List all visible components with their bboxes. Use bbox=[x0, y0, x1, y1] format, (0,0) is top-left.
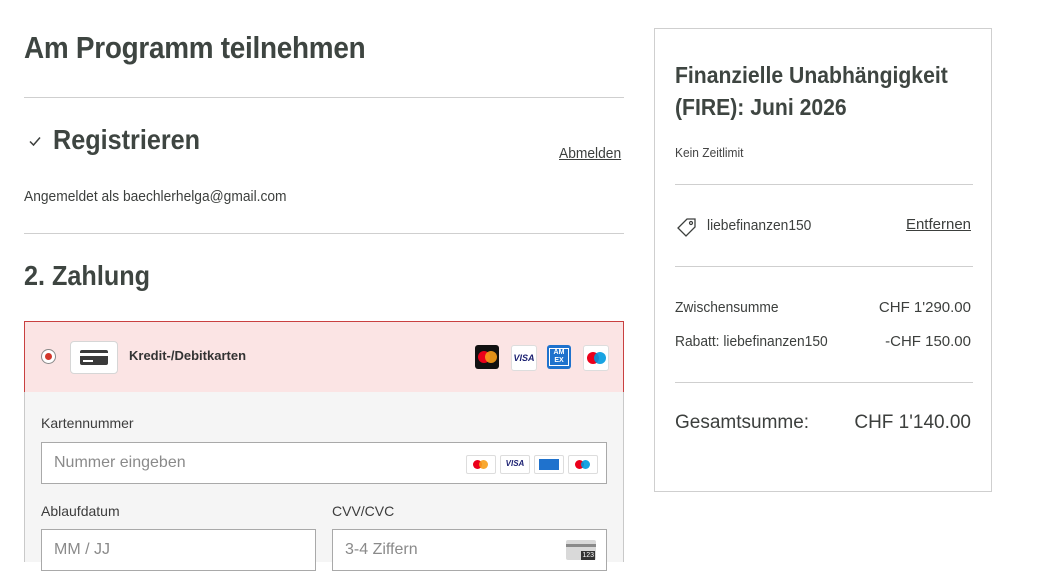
total-label: Gesamtsumme: bbox=[675, 412, 810, 433]
cvv-card-icon: 123 bbox=[566, 540, 596, 560]
remove-coupon-link[interactable]: Entfernen bbox=[906, 216, 971, 233]
card-form: Kartennummer Nummer eingeben VISA Ablauf… bbox=[24, 392, 624, 571]
divider bbox=[24, 233, 624, 234]
subtotal-label: Zwischensumme bbox=[675, 299, 779, 316]
visa-icon: VISA bbox=[511, 345, 537, 371]
logged-in-text: Angemeldet als baechlerhelga@gmail.com bbox=[24, 188, 287, 205]
discount-label: Rabatt: liebefinanzen150 bbox=[675, 333, 828, 350]
card-number-field[interactable]: Nummer eingeben VISA bbox=[41, 442, 607, 484]
cvv-placeholder: 3-4 Ziffern bbox=[345, 541, 418, 558]
card-number-placeholder: Nummer eingeben bbox=[54, 454, 186, 471]
subtotal-value: CHF 1'290.00 bbox=[878, 299, 971, 316]
logout-link[interactable]: Abmelden bbox=[559, 145, 621, 162]
discount-value: -CHF 150.00 bbox=[885, 333, 971, 350]
tag-icon bbox=[677, 218, 696, 237]
amex-icon bbox=[534, 455, 564, 474]
credit-card-icon-box bbox=[70, 341, 118, 374]
order-summary: Finanzielle Unabhängigkeit (FIRE): Juni … bbox=[654, 28, 992, 492]
coupon-code: liebefinanzen150 bbox=[707, 217, 812, 234]
expiry-placeholder: MM / JJ bbox=[54, 541, 110, 558]
maestro-icon bbox=[568, 455, 598, 474]
visa-icon: VISA bbox=[500, 455, 530, 474]
cvv-field[interactable]: 3-4 Ziffern 123 bbox=[332, 529, 607, 571]
mastercard-icon bbox=[466, 455, 496, 474]
mastercard-icon bbox=[475, 345, 499, 369]
payment-option-label: Kredit-/Debitkarten bbox=[129, 348, 247, 363]
course-title: Finanzielle Unabhängigkeit (FIRE): Juni … bbox=[675, 62, 948, 120]
expiry-label: Ablaufdatum bbox=[41, 503, 120, 519]
total-value: CHF 1'140.00 bbox=[854, 412, 971, 433]
step-zahlung-title: 2. Zahlung bbox=[24, 260, 150, 291]
step-registrieren-title: Registrieren bbox=[53, 124, 201, 155]
amex-icon: AM EX bbox=[547, 345, 571, 369]
card-number-label: Kartennummer bbox=[41, 415, 134, 431]
time-limit-text: Kein Zeitlimit bbox=[675, 145, 744, 160]
payment-radio-selected[interactable] bbox=[41, 349, 56, 364]
payment-option-card[interactable]: Kredit-/Debitkarten VISA AM EX bbox=[24, 321, 624, 393]
credit-card-icon bbox=[80, 350, 108, 365]
page-title: Am Programm teilnehmen bbox=[24, 30, 366, 65]
divider bbox=[675, 266, 973, 267]
expiry-field[interactable]: MM / JJ bbox=[41, 529, 316, 571]
cvv-label: CVV/CVC bbox=[332, 503, 395, 519]
divider bbox=[24, 97, 624, 98]
maestro-icon bbox=[583, 345, 609, 371]
checkmark-icon bbox=[29, 137, 41, 147]
divider bbox=[675, 184, 973, 185]
divider bbox=[675, 382, 973, 383]
